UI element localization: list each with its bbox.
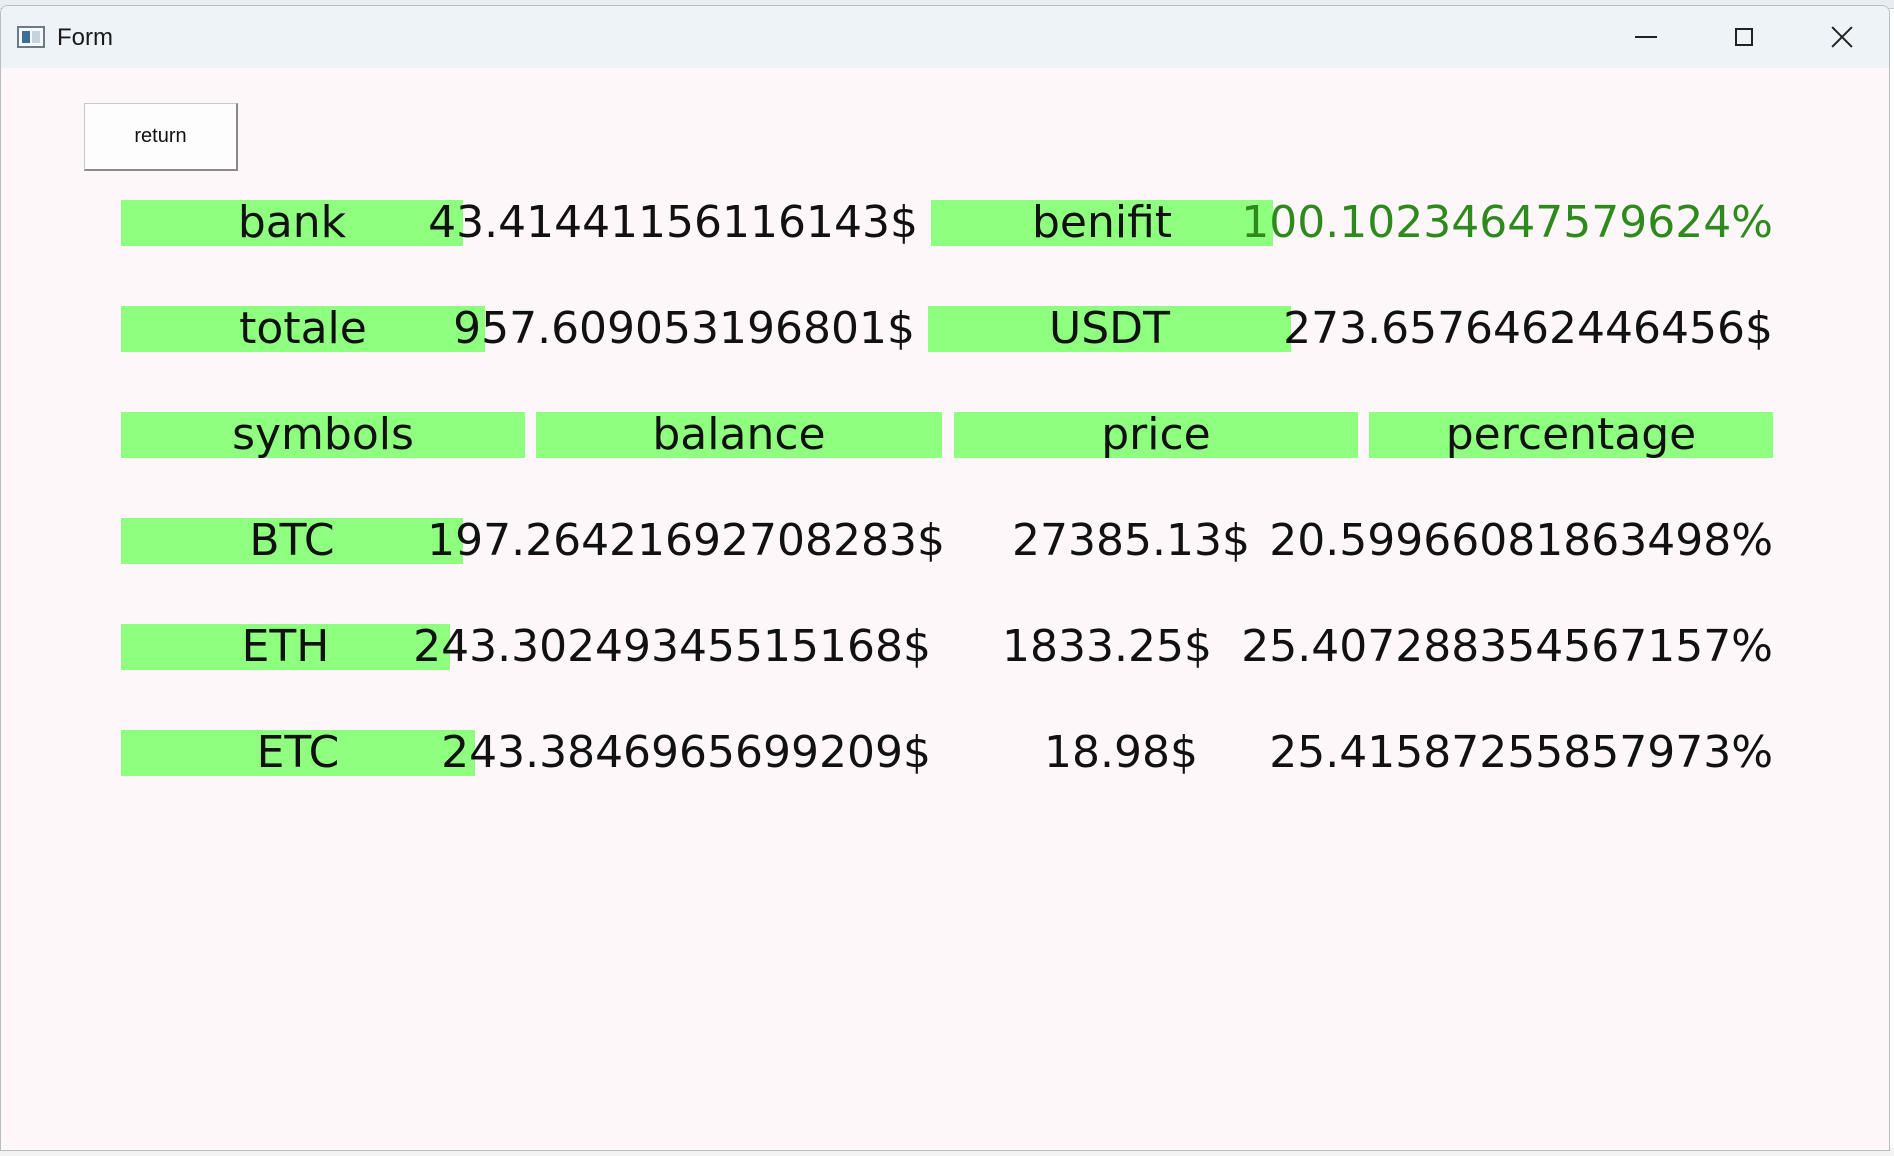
maximize-icon bbox=[1735, 28, 1753, 46]
window-title: Form bbox=[57, 24, 113, 51]
benifit-value: 100.10234647579624% bbox=[1241, 197, 1773, 248]
minimize-icon bbox=[1635, 36, 1657, 38]
maximize-button[interactable] bbox=[1699, 6, 1789, 68]
row-btc-price: 27385.13$ bbox=[1012, 515, 1250, 566]
row-btc-percentage: 20.59966081863498% bbox=[1269, 515, 1773, 566]
app-window-icon bbox=[17, 26, 45, 48]
row-eth-percentage: 25.407288354567157% bbox=[1241, 621, 1773, 672]
header-percentage: percentage bbox=[1369, 412, 1773, 458]
row-eth-price: 1833.25$ bbox=[1002, 621, 1212, 672]
row-etc-percentage: 25.41587255857973% bbox=[1269, 727, 1773, 778]
benifit-label: benifit bbox=[931, 200, 1273, 246]
close-icon bbox=[1830, 25, 1854, 49]
row-etc-symbol: ETC bbox=[121, 730, 475, 776]
usdt-value: 273.6576462446456$ bbox=[1283, 303, 1773, 354]
return-button[interactable]: return bbox=[84, 103, 238, 171]
close-button[interactable] bbox=[1797, 6, 1887, 68]
header-balance: balance bbox=[536, 412, 942, 458]
row-btc-symbol: BTC bbox=[121, 518, 463, 564]
totale-label: totale bbox=[121, 306, 485, 352]
row-eth-balance: 243.30249345515168$ bbox=[413, 621, 931, 672]
minimize-button[interactable] bbox=[1601, 6, 1691, 68]
header-price: price bbox=[954, 412, 1358, 458]
totale-value: 957.609053196801$ bbox=[453, 303, 915, 354]
row-btc-balance: 197.26421692708283$ bbox=[427, 515, 945, 566]
bank-label: bank bbox=[121, 200, 463, 246]
row-eth-symbol: ETH bbox=[121, 624, 450, 670]
header-symbols: symbols bbox=[121, 412, 525, 458]
bank-value: 43.41441156116143$ bbox=[428, 197, 918, 248]
form-window: Form return bank 43.41441156116143$ beni… bbox=[0, 5, 1890, 1151]
usdt-label: USDT bbox=[928, 306, 1291, 352]
title-bar[interactable]: Form bbox=[1, 6, 1889, 68]
row-etc-balance: 243.3846965699209$ bbox=[441, 727, 931, 778]
row-etc-price: 18.98$ bbox=[1044, 727, 1198, 778]
